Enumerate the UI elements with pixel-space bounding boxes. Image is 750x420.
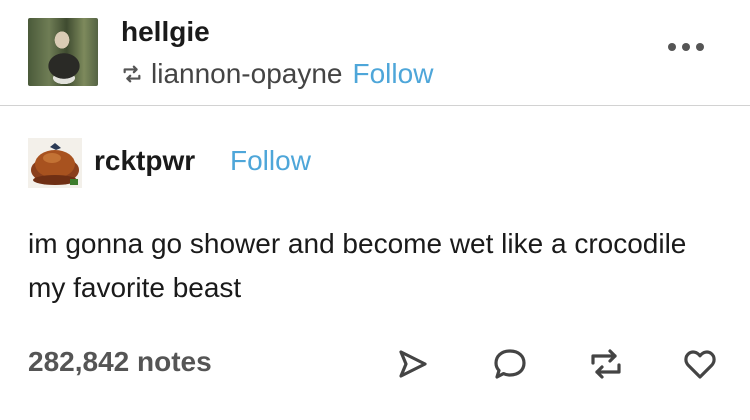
poster-avatar[interactable] [28,138,82,188]
post-header: hellgie liannon-opayne Follow [0,0,750,106]
poster-follow-button[interactable]: Follow [230,145,311,177]
post-body-text: im gonna go shower and become wet like a… [28,228,687,303]
heart-icon[interactable] [680,344,720,384]
reblogged-from-username[interactable]: liannon-opayne [151,58,343,90]
menu-dot [668,43,676,51]
menu-dot [696,43,704,51]
reblogger-username[interactable]: hellgie [121,16,210,48]
comment-icon[interactable] [490,344,530,384]
reblogged-from-row: liannon-opayne Follow [121,58,433,90]
reblogger-avatar[interactable] [28,18,98,86]
reblog-icon[interactable] [586,344,626,384]
more-icon[interactable] [668,43,704,51]
follow-button[interactable]: Follow [353,58,434,90]
header-divider [0,105,750,106]
reblog-icon [123,65,141,83]
poster-username[interactable]: rcktpwr [94,145,195,177]
menu-dot [682,43,690,51]
notes-count[interactable]: 282,842 notes [28,346,212,378]
send-icon[interactable] [392,344,432,384]
